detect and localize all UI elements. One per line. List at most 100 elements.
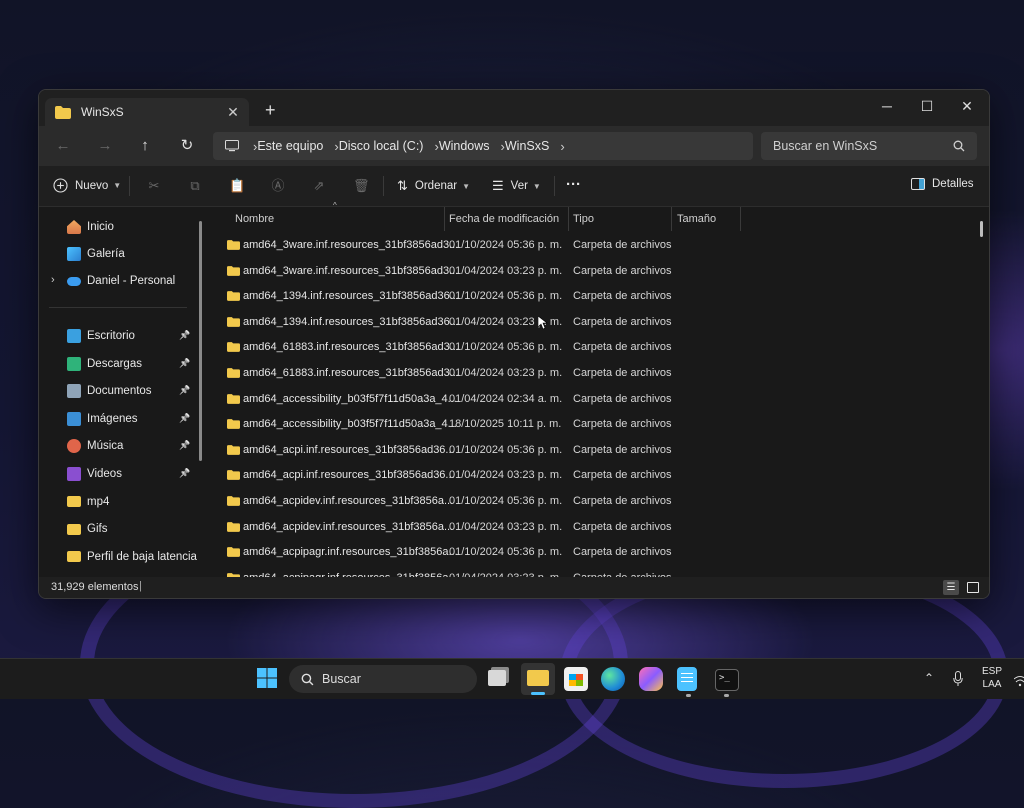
table-row[interactable]: amd64_accessibility_b03f5f7f11d50a3a_4..… — [209, 387, 969, 412]
pin-icon[interactable]: 📌 — [179, 358, 190, 369]
file-date: 01/10/2024 05:36 p. m. — [449, 290, 563, 303]
forward-button[interactable]: → — [95, 136, 115, 156]
table-row[interactable]: amd64_61883.inf.resources_31bf3856ad3...… — [209, 361, 969, 386]
table-row[interactable]: amd64_61883.inf.resources_31bf3856ad3...… — [209, 335, 969, 360]
file-name: amd64_accessibility_b03f5f7f11d50a3a_4..… — [243, 418, 457, 431]
refresh-button[interactable]: ↻ — [177, 136, 197, 156]
task-view-icon[interactable] — [488, 670, 506, 686]
cut-icon[interactable]: ✂ — [146, 178, 162, 194]
table-row[interactable]: amd64_acpipagr.inf.resources_31bf3856a..… — [209, 566, 969, 577]
sidebar-item-label: Escritorio — [87, 330, 135, 342]
file-date: 01/10/2024 05:36 p. m. — [449, 341, 563, 354]
view-button[interactable]: ☰ Ver ▼ — [492, 178, 541, 194]
breadcrumb-windows[interactable]: Windows — [439, 139, 490, 153]
pin-icon[interactable]: 📌 — [179, 468, 190, 479]
microphone-icon[interactable] — [953, 671, 963, 687]
sort-button[interactable]: ⇅ Ordenar ▼ — [397, 178, 470, 194]
breadcrumb-winsxs[interactable]: WinSxS — [505, 139, 549, 153]
breadcrumb-disco-local[interactable]: Disco local (C:) — [339, 139, 424, 153]
chevron-right-icon[interactable]: › — [51, 274, 55, 286]
table-row[interactable]: amd64_3ware.inf.resources_31bf3856ad3...… — [209, 259, 969, 284]
details-button[interactable]: Detalles — [911, 178, 974, 190]
terminal-icon[interactable]: >_ — [715, 669, 739, 691]
rename-icon[interactable]: Ⓐ — [270, 178, 286, 194]
wifi-icon[interactable] — [1014, 675, 1024, 687]
file-rows: amd64_3ware.inf.resources_31bf3856ad3...… — [209, 207, 989, 577]
table-row[interactable]: amd64_1394.inf.resources_31bf3856ad36...… — [209, 284, 969, 309]
back-button[interactable]: ← — [53, 136, 73, 156]
sort-button-label: Ordenar — [414, 180, 458, 192]
sidebar-item-mp4[interactable]: mp4 — [67, 492, 109, 512]
tiles-view-icon — [967, 582, 979, 593]
download-icon — [67, 356, 81, 371]
store-icon[interactable] — [564, 667, 588, 691]
language-indicator[interactable]: ESP LAA — [982, 665, 1002, 691]
pin-icon[interactable]: 📌 — [179, 385, 190, 396]
delete-icon[interactable]: 🗑 — [353, 178, 370, 194]
notepad-icon[interactable] — [677, 667, 697, 691]
sidebar-scrollbar[interactable] — [199, 221, 202, 461]
computer-icon — [225, 140, 239, 152]
table-row[interactable]: amd64_accessibility_b03f5f7f11d50a3a_4..… — [209, 412, 969, 437]
folder-icon — [227, 393, 240, 404]
breadcrumb-este-equipo[interactable]: Este equipo — [257, 139, 323, 153]
sidebar-item-galeria[interactable]: Galería — [67, 244, 125, 264]
close-button[interactable]: ✕ — [947, 94, 987, 118]
sidebar-item-gifs[interactable]: Gifs — [67, 519, 107, 539]
sidebar-item-perfil-de-baja-latencia[interactable]: Perfil de baja latencia — [67, 547, 197, 567]
sidebar-item-onedrive[interactable]: Daniel - Personal — [67, 271, 175, 291]
file-name: amd64_61883.inf.resources_31bf3856ad3... — [243, 341, 459, 354]
share-icon[interactable]: ⇗ — [311, 178, 327, 194]
windows-logo-icon — [257, 668, 277, 688]
file-name: amd64_61883.inf.resources_31bf3856ad3... — [243, 367, 459, 379]
table-row[interactable]: amd64_acpidev.inf.resources_31bf3856a...… — [209, 489, 969, 514]
folder-icon — [67, 551, 81, 563]
maximize-button[interactable]: ☐ — [907, 94, 947, 118]
mouse-cursor-icon — [538, 316, 548, 330]
sidebar-item-música[interactable]: Música — [67, 436, 123, 456]
sidebar-item-inicio[interactable]: Inicio — [67, 217, 114, 237]
table-row[interactable]: amd64_acpidev.inf.resources_31bf3856a...… — [209, 515, 969, 540]
paste-icon[interactable]: 📋 — [229, 178, 245, 194]
new-button[interactable]: Nuevo ▼ — [53, 178, 121, 193]
table-row[interactable]: amd64_acpi.inf.resources_31bf3856ad36...… — [209, 463, 969, 488]
taskbar-search[interactable]: Buscar — [289, 665, 477, 693]
sidebar-item-videos[interactable]: Videos — [67, 464, 122, 484]
edge-icon[interactable] — [601, 667, 625, 691]
sidebar-item-imágenes[interactable]: Imágenes — [67, 409, 138, 429]
chevron-right-icon[interactable]: › — [560, 139, 564, 154]
tab-close-icon[interactable]: ✕ — [223, 104, 243, 121]
sidebar-item-documentos[interactable]: Documentos — [67, 381, 152, 401]
address-bar[interactable]: › Este equipo › Disco local (C:) › Windo… — [213, 132, 753, 160]
pin-icon[interactable]: 📌 — [179, 413, 190, 424]
details-view-icon: ☰ — [946, 582, 956, 593]
running-indicator — [724, 694, 729, 697]
table-row[interactable]: amd64_acpipagr.inf.resources_31bf3856a..… — [209, 540, 969, 565]
show-hidden-icons-button[interactable]: ⌃ — [924, 671, 934, 685]
folder-icon — [227, 444, 240, 455]
table-row[interactable]: amd64_acpi.inf.resources_31bf3856ad36...… — [209, 438, 969, 463]
new-tab-button[interactable]: + — [265, 100, 276, 121]
tab-winsxs[interactable]: WinSxS ✕ — [45, 98, 249, 126]
sidebar-item-escritorio[interactable]: Escritorio — [67, 326, 135, 346]
table-row[interactable]: amd64_1394.inf.resources_31bf3856ad36...… — [209, 310, 969, 335]
copy-icon[interactable]: ⧉ — [187, 178, 203, 194]
pin-icon[interactable]: 📌 — [179, 440, 190, 451]
search-input[interactable]: Buscar en WinSxS — [761, 132, 977, 160]
toolbar-divider — [554, 176, 555, 196]
chevron-down-icon: ▼ — [462, 181, 471, 191]
details-view-button[interactable]: ☰ — [943, 580, 959, 595]
start-button[interactable] — [256, 667, 280, 691]
up-button[interactable]: ↑ — [135, 136, 155, 156]
pin-icon[interactable]: 📌 — [179, 330, 190, 341]
file-explorer-taskbar-icon[interactable] — [521, 663, 555, 695]
tab-title: WinSxS — [81, 105, 124, 119]
more-options-icon[interactable]: ··· — [566, 176, 581, 193]
content-scrollbar[interactable] — [980, 221, 983, 237]
table-row[interactable]: amd64_3ware.inf.resources_31bf3856ad3...… — [209, 233, 969, 258]
tiles-view-button[interactable] — [965, 580, 981, 595]
copilot-icon[interactable] — [639, 667, 663, 691]
file-name: amd64_acpidev.inf.resources_31bf3856a... — [243, 520, 454, 533]
sidebar-item-descargas[interactable]: Descargas — [67, 354, 142, 374]
minimize-button[interactable]: ─ — [867, 94, 907, 118]
